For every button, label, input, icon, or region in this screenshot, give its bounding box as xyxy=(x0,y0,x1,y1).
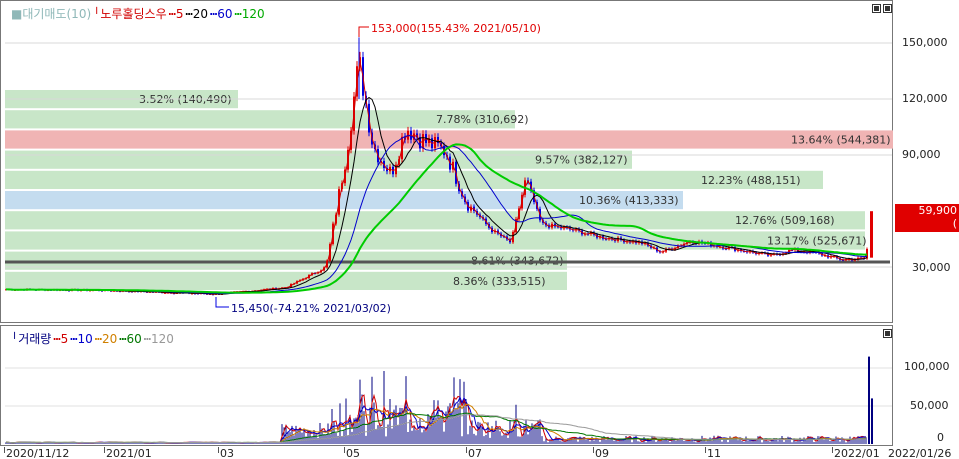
current-price-tag: 59,900 ( 29.93%) xyxy=(895,204,959,243)
current-price-value: 59,900 xyxy=(918,204,958,217)
price-axis-label: 90,000 xyxy=(902,148,941,161)
high-annotation: 153,000(155.43% 2021/05/10) xyxy=(371,22,541,35)
volume-profile-band xyxy=(5,231,865,250)
price-legend-item[interactable]: ┅5 xyxy=(169,7,184,21)
volume-profile-band xyxy=(5,130,893,149)
low-marker-line xyxy=(215,297,229,308)
volume-profile-label: 12.76% (509,168) xyxy=(735,214,835,227)
date-label: 09 xyxy=(595,447,609,459)
low-annotation: 15,450(-74.21% 2021/03/02) xyxy=(231,302,391,315)
minimize-panel-icon[interactable] xyxy=(872,4,881,13)
date-tick xyxy=(705,447,706,453)
date-tick xyxy=(832,447,833,453)
date-label: 11 xyxy=(707,447,721,459)
date-tick xyxy=(104,447,105,453)
maximize-panel-icon[interactable] xyxy=(883,4,892,13)
volume-legend-item[interactable]: ┅60 xyxy=(119,332,142,346)
volume-legend-item[interactable]: ┅10 xyxy=(70,332,93,346)
high-marker-line xyxy=(358,26,369,37)
price-axis-label: 120,000 xyxy=(902,92,948,105)
date-label: 07 xyxy=(468,447,482,459)
date-label: 2020/11/12 xyxy=(6,447,70,459)
date-label: 2022/01/26 xyxy=(888,447,952,459)
volume-chart-panel[interactable]: ╵거래량 ┅5 ┅10 ┅20 ┅60 ┅120 xyxy=(0,325,893,446)
price-axis-label: 30,000 xyxy=(912,261,951,274)
volume-axis-label: 100,000 xyxy=(904,360,950,373)
volume-profile-label: 10.36% (413,333) xyxy=(579,194,679,207)
volume-profile-label: 7.78% (310,692) xyxy=(436,113,529,126)
volume-profile-label: 8.36% (333,515) xyxy=(453,275,546,288)
price-chart-panel[interactable]: 3.52% (140,490) 7.78% (310,692) 13.64% (54… xyxy=(0,0,893,323)
date-label: 2022/01 xyxy=(834,447,880,459)
volume-axis-label: 50,000 xyxy=(910,399,949,412)
maximize-panel-icon[interactable] xyxy=(883,329,892,338)
price-legend-item[interactable]: ┅20 xyxy=(185,7,208,21)
date-tick xyxy=(4,447,5,453)
volume-chart-legend: ╵거래량 ┅5 ┅10 ┅20 ┅60 ┅120 xyxy=(11,330,176,347)
volume-profile-label: 12.23% (488,151) xyxy=(701,174,801,187)
volume-legend-item[interactable]: ┅20 xyxy=(95,332,118,346)
volume-legend-item[interactable]: ┅5 xyxy=(53,332,68,346)
candle-body xyxy=(870,211,873,258)
price-legend-item[interactable]: ╵노루홀딩스우 xyxy=(93,7,166,21)
current-price-change: ( 29.93%) xyxy=(910,217,957,243)
date-label: 05 xyxy=(346,447,360,459)
date-tick xyxy=(466,447,467,453)
date-tick xyxy=(344,447,345,453)
date-tick xyxy=(593,447,594,453)
volume-profile-label: 13.17% (525,671) xyxy=(767,234,867,247)
price-legend-item[interactable]: ■대기매도(10) xyxy=(11,7,91,21)
volume-legend-item[interactable]: ╵거래량 xyxy=(11,332,51,346)
date-label: 03 xyxy=(220,447,234,459)
price-chart-legend: ■대기매도(10) ╵노루홀딩스우 ┅5 ┅20 ┅60 ┅120 xyxy=(11,5,267,22)
volume-axis-label: 0 xyxy=(937,431,944,444)
price-chart-canvas: 3.52% (140,490)7.78% (310,692)13.64% (54… xyxy=(5,22,893,315)
volume-legend-item[interactable]: ┅120 xyxy=(144,332,174,346)
volume-profile-label: 13.64% (544,381) xyxy=(791,133,891,146)
date-label: 2021/01 xyxy=(106,447,152,459)
price-axis-label: 150,000 xyxy=(902,36,948,49)
price-legend-item[interactable]: ┅120 xyxy=(234,7,264,21)
volume-profile-label: 9.57% (382,127) xyxy=(535,154,628,167)
price-legend-item[interactable]: ┅60 xyxy=(210,7,233,21)
date-tick xyxy=(218,447,219,453)
